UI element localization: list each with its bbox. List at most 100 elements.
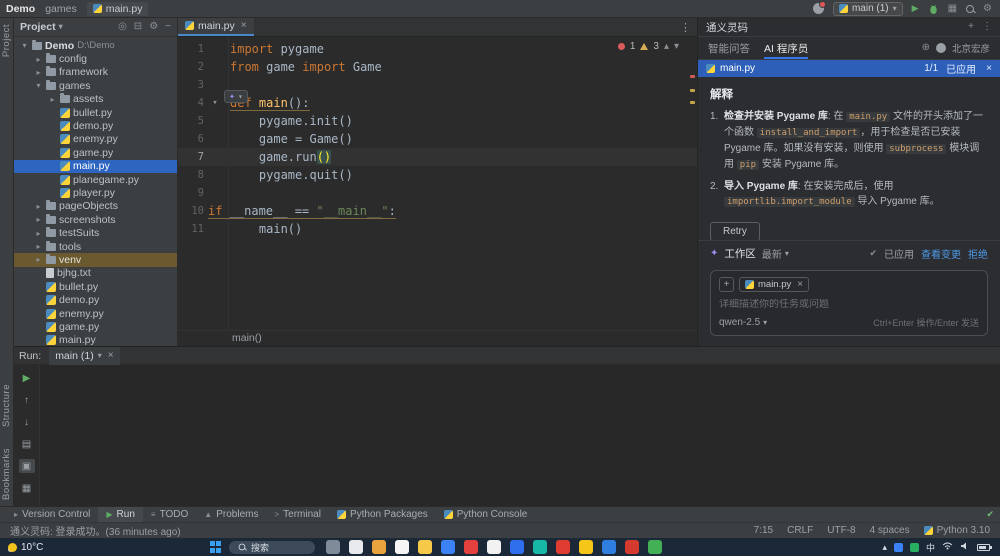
taskbar-app-11[interactable] bbox=[556, 540, 570, 554]
breadcrumb-file[interactable]: main.py bbox=[87, 2, 149, 16]
tree-item[interactable]: ▾Demo D:\Demo bbox=[14, 39, 177, 52]
tree-item[interactable]: ▸venv bbox=[14, 253, 177, 266]
notifications-icon[interactable]: ✔ bbox=[986, 509, 994, 520]
model-select[interactable]: qwen-2.5 ▾ bbox=[719, 317, 767, 328]
interpreter-widget[interactable]: Python 3.10 bbox=[924, 525, 990, 536]
soft-wrap-icon[interactable]: ▣ bbox=[19, 459, 35, 473]
taskbar-app-13[interactable] bbox=[602, 540, 616, 554]
chevron-icon[interactable]: ▸ bbox=[48, 95, 57, 104]
taskbar-app-1[interactable] bbox=[326, 540, 340, 554]
tray-app-blue-icon[interactable] bbox=[894, 543, 903, 552]
more-icon[interactable]: ⋮ bbox=[982, 22, 992, 32]
taskbar-app-14[interactable] bbox=[625, 540, 639, 554]
latest-filter[interactable]: 最新 ▾ bbox=[762, 246, 789, 261]
locate-file-icon[interactable]: ◎ bbox=[118, 22, 127, 32]
warning-count[interactable]: 3 bbox=[653, 41, 659, 52]
add-session-icon[interactable]: ⊕ bbox=[922, 43, 930, 53]
tree-item[interactable]: enemy.py bbox=[14, 307, 177, 320]
taskbar-app-12[interactable] bbox=[579, 540, 593, 554]
tree-item[interactable]: bullet.py bbox=[14, 280, 177, 293]
editor-breadcrumb[interactable]: main() bbox=[178, 330, 697, 346]
prev-problem-icon[interactable]: ▴ bbox=[664, 42, 669, 52]
tray-app-green-icon[interactable] bbox=[910, 543, 919, 552]
battery-icon[interactable] bbox=[977, 544, 990, 551]
warning-stripe-mark[interactable] bbox=[690, 101, 695, 104]
remove-chip-icon[interactable]: × bbox=[797, 279, 803, 290]
rerun-icon[interactable]: ▶ bbox=[19, 371, 35, 385]
console-options-icon[interactable]: ▤ bbox=[19, 437, 35, 451]
chevron-icon[interactable]: ▸ bbox=[34, 242, 43, 251]
context-chip-main-py[interactable]: main.py × bbox=[739, 277, 809, 292]
tool-button-run[interactable]: ▶Run bbox=[98, 507, 143, 522]
taskbar-search[interactable]: 搜索 bbox=[229, 541, 315, 554]
applied-file-bar[interactable]: main.py 1/1 已应用 × bbox=[698, 60, 1000, 77]
taskbar-app-9[interactable] bbox=[510, 540, 524, 554]
tree-item[interactable]: bullet.py bbox=[14, 106, 177, 119]
add-context-button[interactable]: + bbox=[719, 277, 734, 292]
chevron-icon[interactable]: ▸ bbox=[34, 255, 43, 264]
run-config-select[interactable]: main (1) ▾ bbox=[833, 2, 903, 16]
search-everywhere-button[interactable] bbox=[966, 5, 974, 13]
tree-item[interactable]: game.py bbox=[14, 146, 177, 159]
taskbar-app-4[interactable] bbox=[395, 540, 409, 554]
code-area[interactable]: 1import pygame2from game import Game34▾d… bbox=[178, 37, 697, 330]
line-separator[interactable]: CRLF bbox=[787, 525, 813, 536]
scroll-up-icon[interactable]: ↑ bbox=[19, 393, 35, 407]
error-count[interactable]: 1 bbox=[630, 41, 636, 52]
tab-smart-qa[interactable]: 智能问答 bbox=[708, 37, 750, 59]
tree-item[interactable]: ▸pageObjects bbox=[14, 200, 177, 213]
tree-item[interactable]: ▸screenshots bbox=[14, 213, 177, 226]
breadcrumb-folder[interactable]: games bbox=[45, 3, 77, 15]
tree-item[interactable]: main.py bbox=[14, 334, 177, 346]
taskbar-app-7[interactable] bbox=[464, 540, 478, 554]
run-button[interactable]: ▶ bbox=[912, 4, 919, 13]
volume-icon[interactable] bbox=[960, 541, 970, 554]
chevron-icon[interactable]: ▾ bbox=[34, 81, 43, 90]
tree-item[interactable]: game.py bbox=[14, 320, 177, 333]
warning-stripe-mark[interactable] bbox=[690, 89, 695, 92]
tree-item[interactable]: ▸tools bbox=[14, 240, 177, 253]
tree-item[interactable]: ▸config bbox=[14, 52, 177, 65]
taskbar-app-10[interactable] bbox=[533, 540, 547, 554]
chevron-icon[interactable]: ▸ bbox=[34, 229, 43, 238]
error-stripe-mark[interactable] bbox=[690, 75, 695, 78]
status-message[interactable]: 通义灵码: 登录成功。(36 minutes ago) bbox=[10, 523, 181, 538]
scroll-down-icon[interactable]: ↓ bbox=[19, 415, 35, 429]
profiler-button[interactable]: ▦ bbox=[948, 4, 957, 14]
chevron-icon[interactable]: ▸ bbox=[34, 55, 43, 64]
collapse-all-icon[interactable]: ⊟ bbox=[134, 22, 142, 32]
code-line[interactable]: 7 game.run() bbox=[178, 148, 697, 166]
tree-item[interactable]: ▸testSuits bbox=[14, 226, 177, 239]
tab-ai-programmer[interactable]: AI 程序员 bbox=[764, 37, 808, 59]
tool-button-terminal[interactable]: >Terminal bbox=[266, 507, 328, 522]
breadcrumb-main[interactable]: main() bbox=[232, 332, 262, 344]
debug-button[interactable] bbox=[928, 3, 939, 15]
run-console-output[interactable] bbox=[40, 365, 1000, 506]
code-line[interactable]: 10▶if __name__ == "__main__": bbox=[178, 202, 697, 220]
chat-input[interactable] bbox=[719, 299, 979, 310]
chevron-icon[interactable]: ▸ bbox=[34, 215, 43, 224]
indent-style[interactable]: 4 spaces bbox=[870, 525, 910, 536]
code-line[interactable]: 6 game = Game() bbox=[178, 130, 697, 148]
caret-position[interactable]: 7:15 bbox=[754, 525, 773, 536]
user-name[interactable]: 北京宏彦 bbox=[952, 41, 990, 55]
next-problem-icon[interactable]: ▾ bbox=[674, 42, 679, 52]
tree-item[interactable]: ▸framework bbox=[14, 66, 177, 79]
main-menu[interactable]: Demo bbox=[6, 3, 35, 15]
taskbar-app-5[interactable] bbox=[418, 540, 432, 554]
settings-button[interactable]: ⚙ bbox=[983, 4, 992, 14]
error-stripe[interactable] bbox=[687, 37, 697, 330]
chevron-icon[interactable]: ▸ bbox=[34, 68, 43, 77]
tree-item[interactable]: demo.py bbox=[14, 293, 177, 306]
tree-item[interactable]: bjhg.txt bbox=[14, 267, 177, 280]
tree-item[interactable]: main.py bbox=[14, 160, 177, 173]
editor-options-icon[interactable]: ⋮ bbox=[680, 21, 691, 34]
editor-tab-main-py[interactable]: main.py × bbox=[178, 17, 254, 36]
tree-item[interactable]: ▸assets bbox=[14, 93, 177, 106]
hide-panel-icon[interactable]: − bbox=[165, 22, 171, 32]
new-chat-icon[interactable]: + bbox=[968, 22, 974, 32]
start-button[interactable] bbox=[210, 541, 222, 553]
inline-ai-widget[interactable]: ✦ ▾ bbox=[224, 90, 248, 103]
file-encoding[interactable]: UTF-8 bbox=[827, 525, 855, 536]
code-line[interactable]: 9 bbox=[178, 184, 697, 202]
